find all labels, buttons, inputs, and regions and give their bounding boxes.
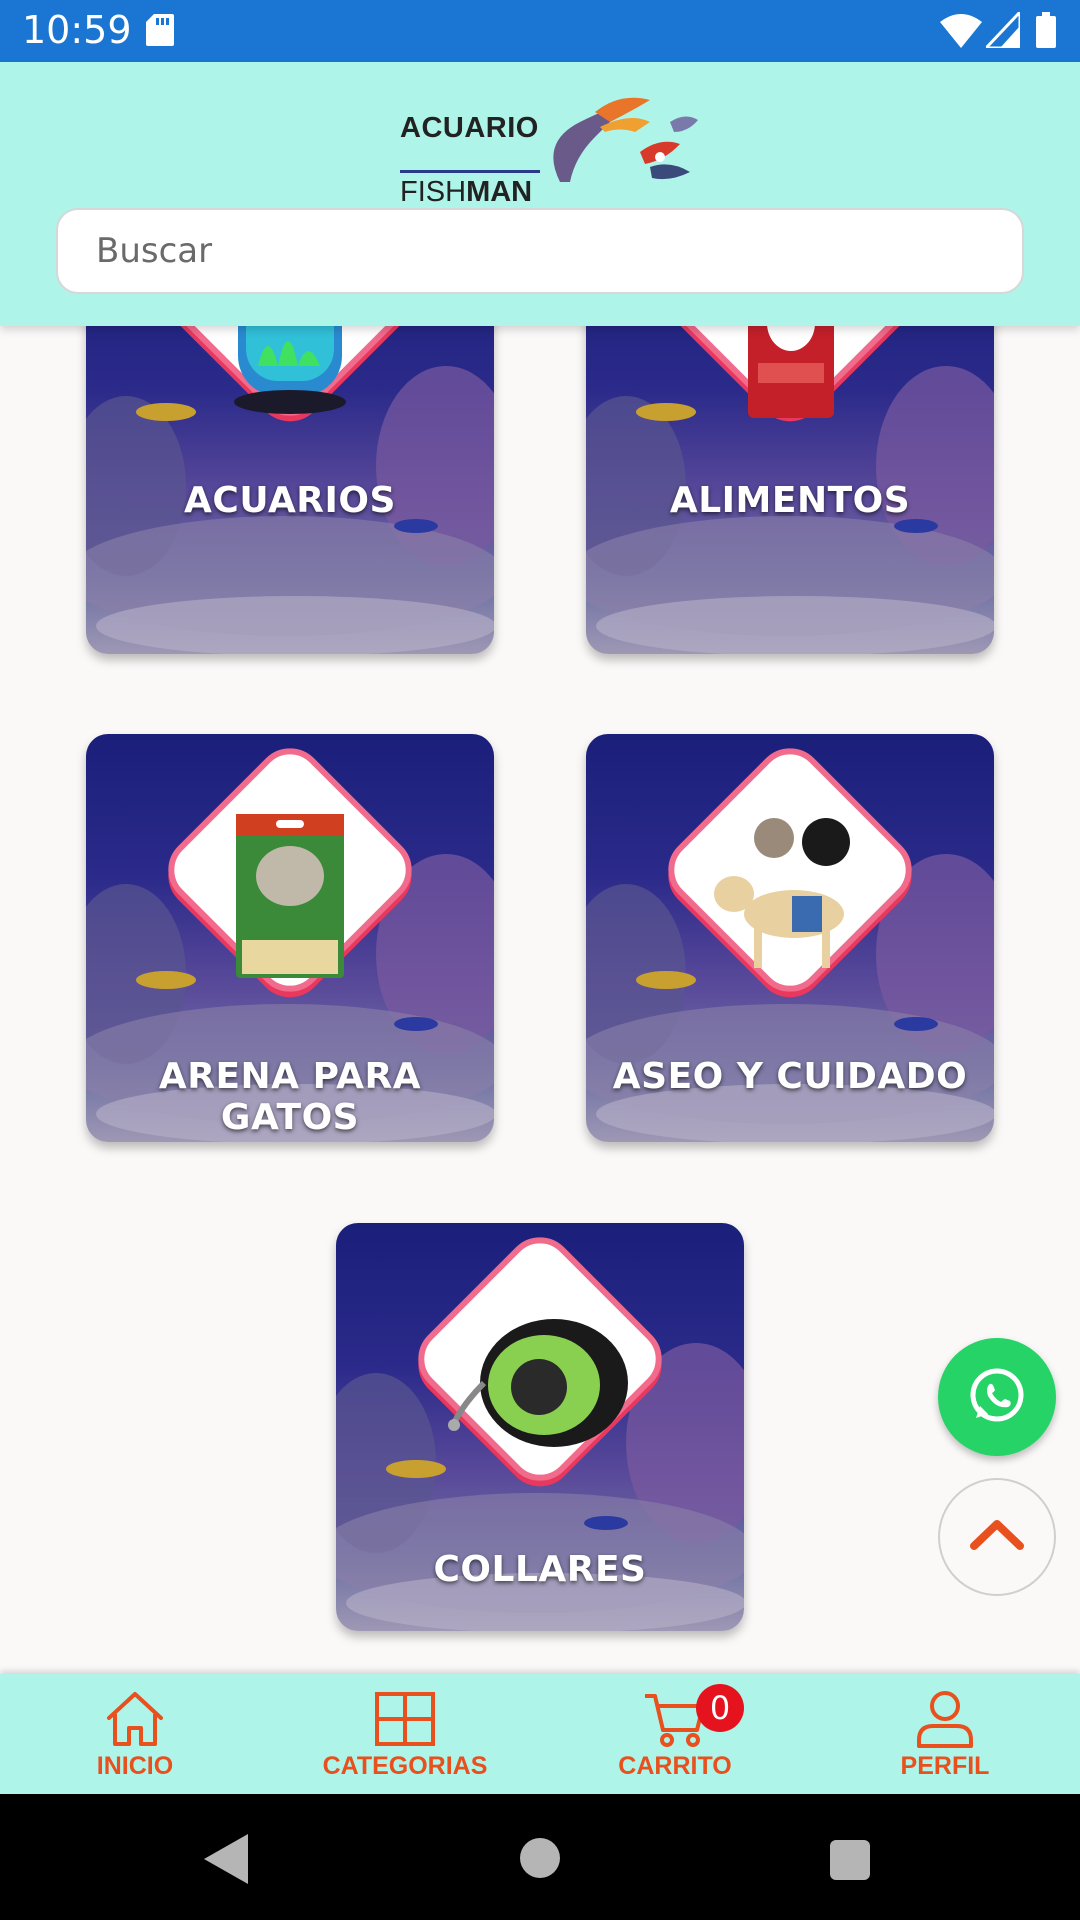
dog-diaper-icon — [714, 818, 850, 968]
category-label: COLLARES — [433, 1549, 647, 1590]
sd-card-icon — [146, 14, 174, 46]
logo-text-top: ACUARIO — [400, 112, 539, 144]
acuario-fishman-logo[interactable]: ACUARIO FISHMAN — [390, 82, 700, 208]
whatsapp-button[interactable] — [938, 1338, 1056, 1456]
logo-text-bottom: FISHMAN — [400, 176, 533, 208]
wifi-icon — [940, 14, 982, 48]
category-card-collares[interactable]: COLLARES — [336, 1223, 744, 1631]
whatsapp-icon — [970, 1368, 1024, 1422]
nav-label: CARRITO — [618, 1752, 732, 1780]
status-time: 10:59 — [22, 8, 132, 52]
user-icon — [917, 1691, 973, 1748]
cat-litter-bag-icon — [236, 814, 344, 978]
category-card-arena-para-gatos[interactable]: ARENA PARA GATOS — [86, 734, 494, 1142]
recent-apps-icon[interactable] — [830, 1840, 870, 1880]
signal-icon — [986, 12, 1020, 48]
nav-label: INICIO — [96, 1752, 174, 1780]
scroll-to-top-button[interactable] — [938, 1478, 1056, 1596]
logo-divider — [400, 170, 540, 173]
nav-inicio[interactable]: INICIO — [0, 1674, 270, 1794]
bottom-navigation: INICIO CATEGORIAS 0 CARRITO PERFIL — [0, 1674, 1080, 1794]
category-label: ARENA PARA GATOS — [158, 1056, 422, 1138]
nav-label: CATEGORIAS — [322, 1752, 488, 1780]
category-label: ALIMENTOS — [669, 480, 911, 521]
chevron-up-icon — [970, 1520, 1024, 1550]
home-icon — [107, 1692, 163, 1746]
status-bar: 10:59 — [0, 0, 1080, 62]
system-navigation-bar — [0, 1794, 1080, 1920]
nav-perfil[interactable]: PERFIL — [810, 1674, 1080, 1794]
back-icon[interactable] — [204, 1834, 248, 1884]
koi-fish-logo-icon — [553, 97, 698, 182]
category-label: ASEO Y CUIDADO — [612, 1056, 968, 1097]
nav-label: PERFIL — [900, 1752, 990, 1780]
nav-categorias[interactable]: CATEGORIAS — [270, 1674, 540, 1794]
search-placeholder: Buscar — [96, 231, 213, 271]
nav-carrito[interactable]: 0 CARRITO — [540, 1674, 810, 1794]
grid-icon — [375, 1692, 435, 1746]
cart-count-badge: 0 — [696, 1684, 744, 1732]
battery-icon — [1036, 12, 1056, 48]
category-card-aseo-y-cuidado[interactable]: ASEO Y CUIDADO — [586, 734, 994, 1142]
search-input[interactable]: Buscar — [56, 208, 1024, 294]
retractable-leash-icon — [448, 1319, 628, 1447]
category-label: ACUARIOS — [184, 480, 396, 521]
app-header: ACUARIO FISHMAN Buscar — [0, 62, 1080, 326]
home-circle-icon[interactable] — [520, 1838, 560, 1878]
